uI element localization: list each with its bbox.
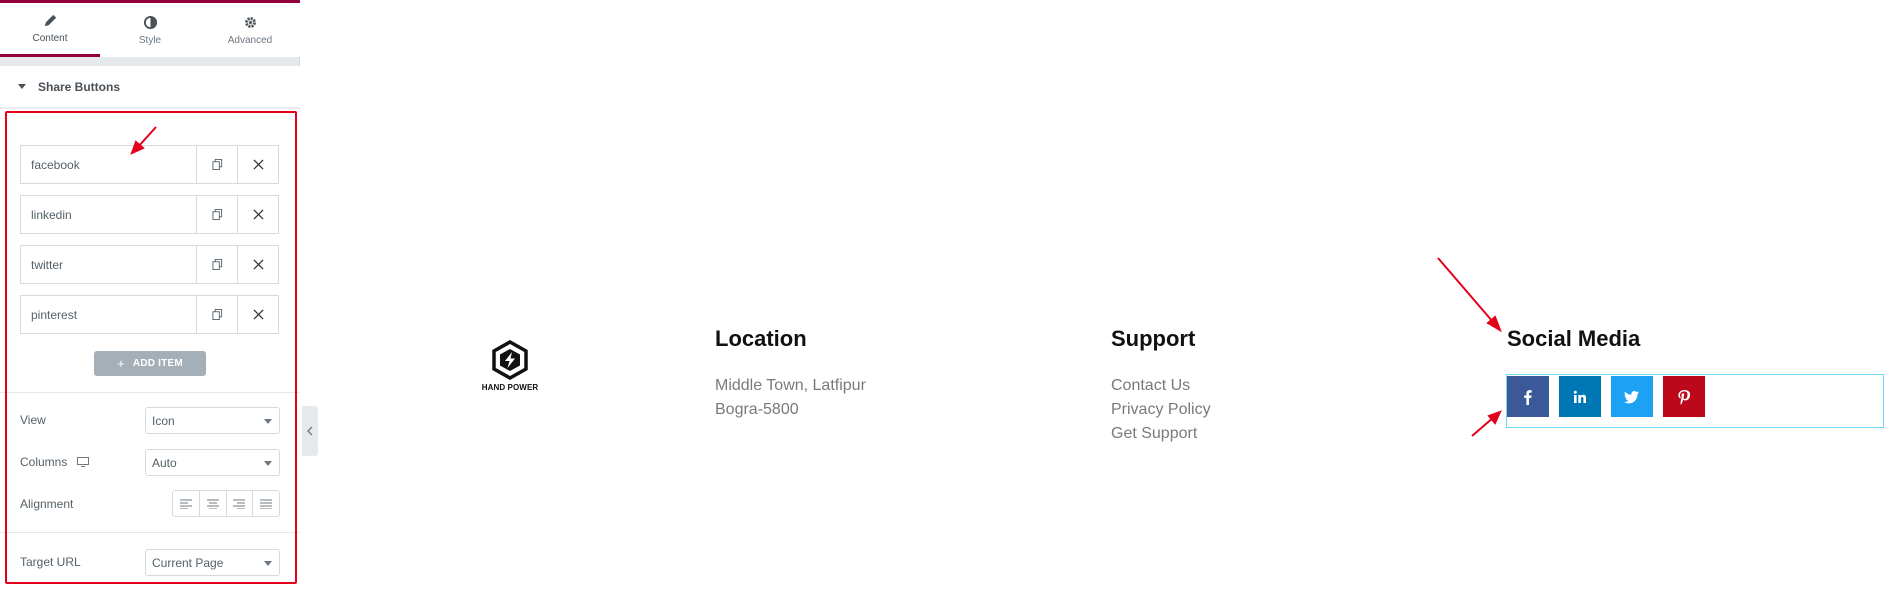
divider — [0, 392, 300, 393]
section-title: Share Buttons — [38, 79, 121, 94]
section-share-buttons-header[interactable]: Share Buttons — [0, 66, 300, 108]
plus-icon: + — [117, 356, 125, 371]
repeater-item-pinterest: pinterest — [20, 295, 279, 334]
repeater-item-twitter: twitter — [20, 245, 279, 284]
close-icon — [252, 259, 264, 270]
columns-select[interactable]: Auto — [145, 449, 280, 476]
align-right-button[interactable] — [227, 491, 254, 516]
support-heading: Support — [1111, 326, 1196, 351]
add-item-button[interactable]: + ADD ITEM — [94, 351, 206, 376]
alignment-label: Alignment — [20, 497, 74, 511]
editor-panel: Content Style Advanced Share Buttons fac… — [0, 0, 300, 598]
align-left-button[interactable] — [173, 491, 200, 516]
linkedin-icon — [1573, 390, 1586, 403]
tab-content[interactable]: Content — [0, 3, 100, 57]
view-select[interactable]: Icon — [145, 407, 280, 434]
align-center-button[interactable] — [200, 491, 227, 516]
columns-select-value: Auto — [152, 455, 177, 470]
remove-button[interactable] — [237, 196, 278, 233]
brand-text: HAND POWER — [481, 383, 539, 392]
location-line: Bogra-5800 — [715, 401, 799, 418]
tab-style[interactable]: Style — [100, 3, 200, 57]
twitter-share-button[interactable] — [1611, 376, 1653, 417]
remove-button[interactable] — [237, 246, 278, 283]
gear-icon — [244, 16, 256, 28]
duplicate-button[interactable] — [196, 296, 237, 333]
pinterest-share-button[interactable] — [1663, 376, 1705, 417]
repeater-item-facebook: facebook — [20, 145, 279, 184]
align-center-icon — [206, 499, 219, 509]
support-link-get-support[interactable]: Get Support — [1111, 425, 1197, 443]
support-link-privacy[interactable]: Privacy Policy — [1111, 401, 1211, 419]
location-heading: Location — [715, 326, 807, 351]
repeater-item-title[interactable]: linkedin — [21, 196, 196, 233]
duplicate-icon — [211, 259, 222, 270]
tab-style-label: Style — [138, 34, 162, 46]
repeater-item-title[interactable]: facebook — [21, 146, 196, 183]
pencil-icon — [44, 14, 56, 27]
add-item-label: ADD ITEM — [132, 358, 183, 369]
chevron-down-icon — [264, 561, 272, 566]
hand-power-logo — [492, 340, 528, 380]
chevron-down-icon — [264, 461, 272, 466]
target-url-select-value: Current Page — [152, 555, 224, 570]
social-media-heading: Social Media — [1507, 326, 1641, 351]
chevron-down-icon — [264, 419, 272, 424]
facebook-icon — [1524, 389, 1532, 405]
annotation-arrow — [1471, 410, 1502, 437]
caret-down-icon — [18, 84, 26, 89]
align-justify-icon — [260, 499, 273, 509]
brand-logo[interactable]: HAND POWER — [475, 340, 545, 398]
view-label: View — [20, 413, 46, 427]
stage: Content Style Advanced Share Buttons fac… — [0, 0, 1904, 598]
remove-button[interactable] — [237, 296, 278, 333]
desktop-icon[interactable] — [77, 457, 90, 467]
duplicate-button[interactable] — [196, 246, 237, 283]
repeater-item-title[interactable]: twitter — [21, 246, 196, 283]
twitter-icon — [1624, 390, 1639, 403]
close-icon — [252, 159, 264, 170]
panel-tabs: Content Style Advanced — [0, 3, 300, 57]
remove-button[interactable] — [237, 146, 278, 183]
target-url-label: Target URL — [20, 555, 81, 569]
repeater-item-title[interactable]: pinterest — [21, 296, 196, 333]
duplicate-icon — [211, 209, 222, 220]
location-line: Middle Town, Latfipur — [715, 377, 866, 394]
duplicate-icon — [211, 159, 222, 170]
panel-collapse-handle[interactable] — [302, 406, 318, 456]
duplicate-button[interactable] — [196, 196, 237, 233]
duplicate-icon — [211, 309, 222, 320]
divider — [0, 532, 300, 533]
chevron-left-icon — [307, 426, 313, 436]
align-right-icon — [233, 499, 246, 509]
annotation-arrow — [1437, 257, 1502, 333]
align-left-icon — [179, 499, 192, 509]
view-select-value: Icon — [152, 413, 175, 428]
close-icon — [252, 209, 264, 220]
repeater-item-linkedin: linkedin — [20, 195, 279, 234]
tab-advanced[interactable]: Advanced — [200, 3, 300, 57]
align-justify-button[interactable] — [253, 491, 279, 516]
tab-content-label: Content — [32, 33, 68, 44]
half-circle-icon — [143, 15, 157, 29]
columns-label-group: Columns — [20, 455, 90, 469]
duplicate-button[interactable] — [196, 146, 237, 183]
linkedin-share-button[interactable] — [1559, 376, 1601, 417]
pinterest-icon — [1678, 389, 1691, 405]
support-link-contact[interactable]: Contact Us — [1111, 377, 1190, 395]
columns-label: Columns — [20, 455, 68, 469]
alignment-choices — [172, 490, 280, 517]
target-url-select[interactable]: Current Page — [145, 549, 280, 576]
close-icon — [252, 309, 264, 320]
facebook-share-button[interactable] — [1507, 376, 1549, 417]
tab-advanced-label: Advanced — [227, 34, 273, 46]
